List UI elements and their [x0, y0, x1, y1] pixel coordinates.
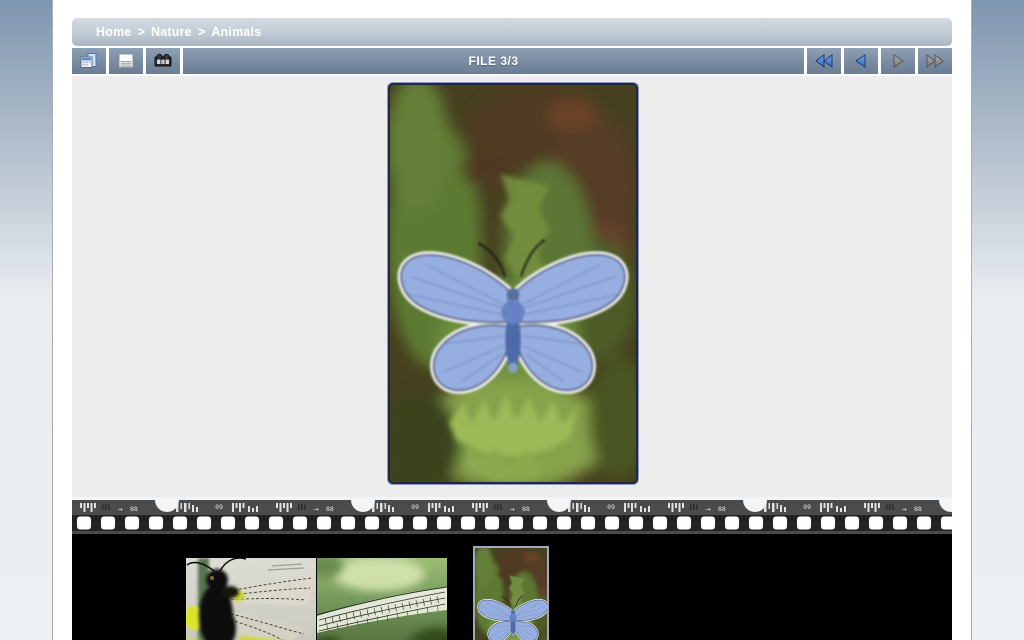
filmstrip-band-image: → 88 60: [72, 497, 952, 537]
file-info-button[interactable]: [72, 48, 106, 74]
breadcrumb-link-nature[interactable]: Nature: [151, 25, 192, 39]
page-sheet: Home>Nature>Animals: [52, 0, 972, 640]
next-file-button[interactable]: [881, 48, 915, 74]
document-button[interactable]: [109, 48, 143, 74]
main-photo-image: [390, 85, 636, 482]
left-arrow-icon: [850, 53, 872, 69]
slideshow-icon: [153, 53, 173, 69]
image-stage: [72, 76, 952, 497]
breadcrumb-separator: >: [192, 25, 212, 39]
double-left-arrow-icon: [813, 53, 835, 69]
slideshow-button[interactable]: [146, 48, 180, 74]
thumbnail-wing-image: [317, 558, 447, 640]
toolbar: FILE 3/3: [72, 48, 952, 74]
right-arrow-disabled-icon: [887, 53, 909, 69]
thumbnail-owlfly-image: [186, 558, 316, 640]
double-right-arrow-disabled-icon: [924, 53, 946, 69]
file-counter: FILE 3/3: [183, 48, 804, 74]
thumbnail-butterfly-current[interactable]: [473, 546, 549, 640]
gallery-page: Home>Nature>Animals: [0, 0, 1024, 640]
breadcrumb-link-animals[interactable]: Animals: [211, 25, 261, 39]
skip-to-last-button[interactable]: [918, 48, 952, 74]
breadcrumb-separator: >: [132, 25, 152, 39]
filmstrip-decoration: → 88 60: [72, 497, 952, 537]
breadcrumb: Home>Nature>Animals: [72, 18, 952, 46]
previous-file-button[interactable]: [844, 48, 878, 74]
thumbnail-owlfly[interactable]: [186, 558, 316, 640]
file-info-icon: [80, 53, 98, 69]
breadcrumb-link-home[interactable]: Home: [96, 25, 132, 39]
skip-to-first-button[interactable]: [807, 48, 841, 74]
thumbnail-butterfly-image: [475, 548, 549, 640]
main-photo[interactable]: [388, 83, 638, 484]
document-icon: [117, 53, 135, 69]
filmstrip-thumbnails: [72, 537, 952, 640]
thumbnail-wing[interactable]: [317, 558, 447, 640]
